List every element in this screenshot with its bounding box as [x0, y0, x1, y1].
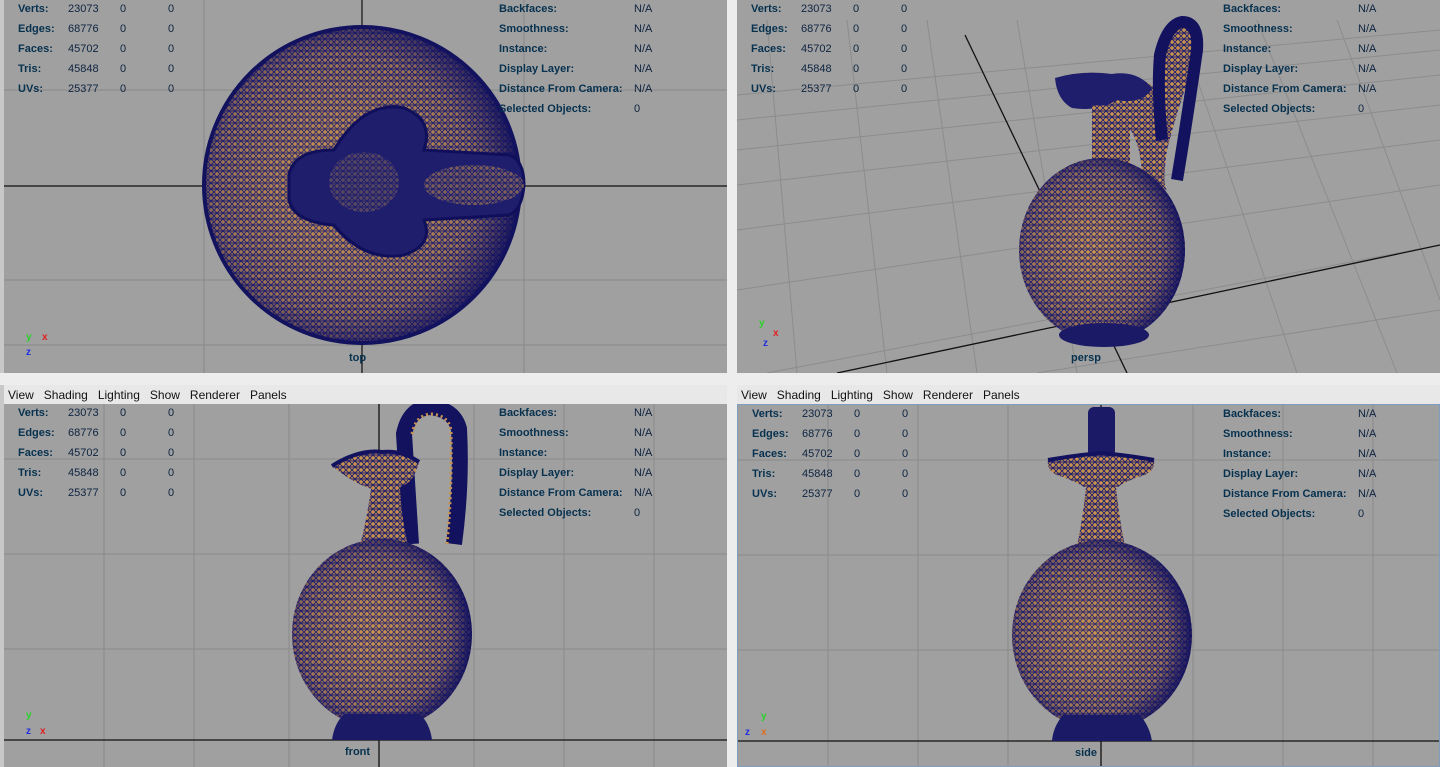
- menu-renderer[interactable]: Renderer: [185, 388, 245, 402]
- object-info-hud: Backfaces: N/A Smoothness: N/A Instance: N/…: [499, 3, 653, 115]
- axis-gizmo-icon: y x z: [26, 710, 46, 737]
- jug-side-mesh[interactable]: [1012, 407, 1192, 741]
- hud-edges-row: Edges: 68776 0 0: [18, 23, 175, 35]
- camera-name-label: side: [1075, 747, 1098, 759]
- jug-top-mesh[interactable]: [202, 25, 526, 345]
- jug-persp-mesh[interactable]: [1019, 15, 1204, 347]
- axis-gizmo-icon: y x z: [26, 332, 48, 358]
- menu-lighting[interactable]: Lighting: [826, 388, 878, 402]
- menu-lighting[interactable]: Lighting: [93, 388, 145, 402]
- menu-view[interactable]: View: [4, 388, 39, 402]
- menu-panels[interactable]: Panels: [978, 388, 1025, 402]
- hud-uvs-row: UVs: 25377 0 0: [18, 83, 175, 95]
- viewport-divider-horizontal[interactable]: [0, 373, 1440, 385]
- viewport-front[interactable]: Verts: 23073 0 0 Edges: 68776 0 0 Faces: 45702 0…: [4, 404, 727, 767]
- viewport-persp[interactable]: Verts: 23073 0 0 Edges: 68776 0 0 Faces: 45702 0…: [737, 0, 1440, 373]
- poly-count-hud: Verts: 23073 0 0 Edges: 68776 0 0 Faces: 45702 0…: [752, 408, 909, 500]
- menu-show[interactable]: Show: [878, 388, 918, 402]
- poly-count-hud: Verts: 23073 0 0 Edges: 68776 0 0 Faces: 45702 0…: [18, 1, 188, 101]
- hud-faces-row: Faces: 45702 0 0: [18, 43, 175, 55]
- camera-name-label: top: [349, 352, 367, 364]
- hud-verts-row: Verts: 23073 0 0: [18, 3, 175, 15]
- menu-shading[interactable]: Shading: [772, 388, 826, 402]
- menu-view[interactable]: View: [737, 388, 772, 402]
- viewport-menubar: View Shading Lighting Show Renderer Pane…: [737, 385, 1440, 405]
- poly-count-hud: Verts: 23073 0 0 Edges: 68776 0 0 Faces: 45702 0…: [751, 3, 908, 95]
- camera-name-label: front: [345, 746, 371, 758]
- hud-tris-row: Tris: 45848 0 0: [18, 63, 175, 75]
- viewport-top[interactable]: Verts: 23073 0 0 Edges: 68776 0 0 Faces: 45702 0…: [4, 0, 727, 373]
- object-info-hud: Backfaces: N/A Smoothness: N/A Instance: N/…: [1223, 3, 1377, 115]
- axis-gizmo-icon: y x z: [759, 318, 779, 349]
- poly-count-hud: Verts: 23073 0 0 Edges: 68776 0 0 Faces: 45702 0…: [18, 407, 175, 499]
- jug-front-mesh[interactable]: [292, 404, 472, 740]
- viewport-divider-vertical[interactable]: [727, 0, 737, 767]
- menu-show[interactable]: Show: [145, 388, 185, 402]
- camera-name-label: persp: [1071, 352, 1101, 364]
- object-info-hud: Backfaces: N/A Smoothness: N/A Instance: N/…: [1223, 408, 1377, 520]
- axis-gizmo-icon: y x z: [745, 711, 767, 738]
- viewport-side[interactable]: Verts: 23073 0 0 Edges: 68776 0 0 Faces: 45702 0…: [737, 404, 1440, 767]
- menu-shading[interactable]: Shading: [39, 388, 93, 402]
- menu-renderer[interactable]: Renderer: [918, 388, 978, 402]
- object-info-hud: Backfaces: N/A Smoothness: N/A Instance: N/…: [499, 407, 653, 519]
- menu-panels[interactable]: Panels: [245, 388, 292, 402]
- viewport-menubar: View Shading Lighting Show Renderer Pane…: [4, 385, 727, 405]
